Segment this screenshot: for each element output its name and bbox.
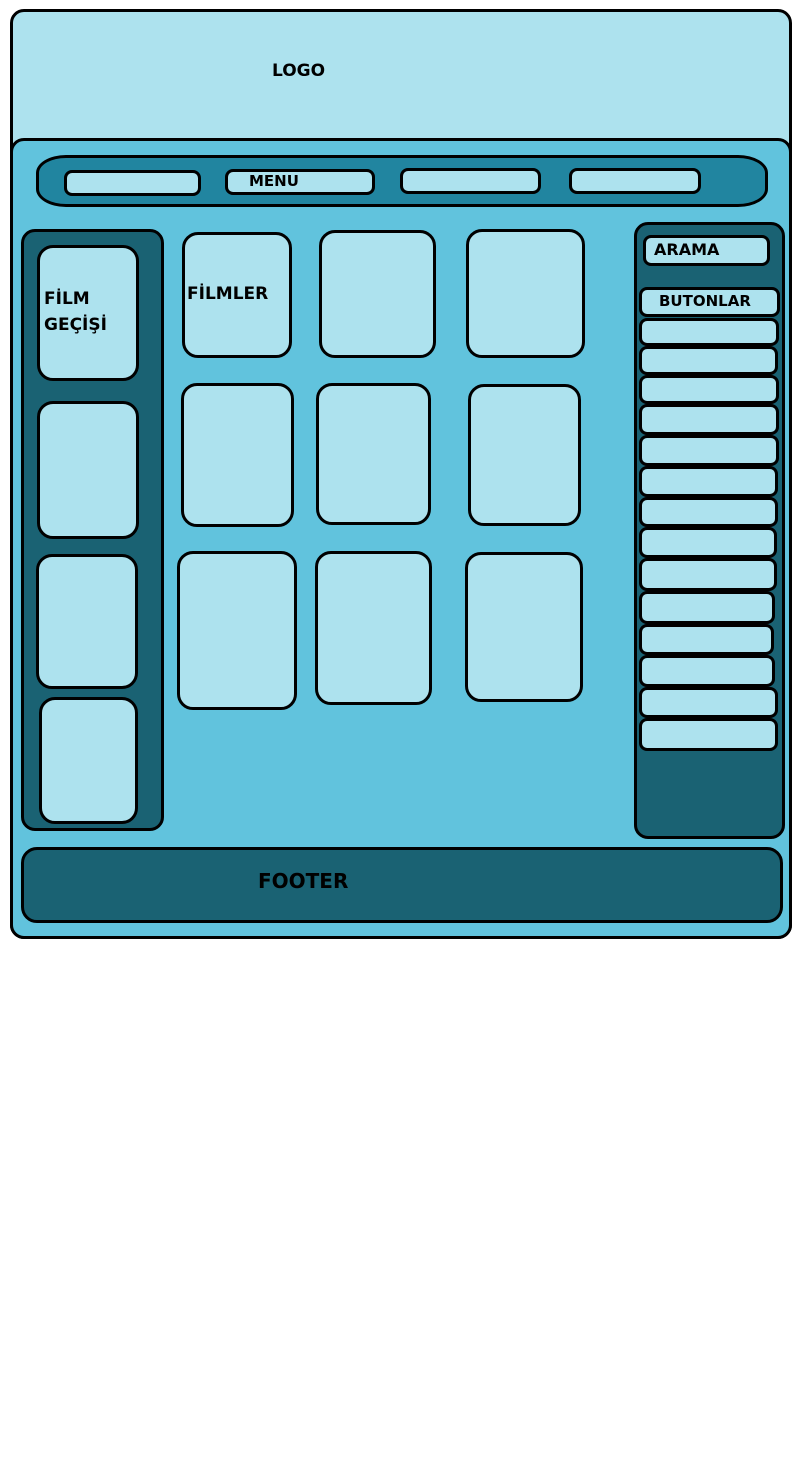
- footer-label: FOOTER: [258, 869, 349, 893]
- sidebar-button[interactable]: [639, 435, 779, 466]
- film-slider-item[interactable]: [37, 401, 139, 539]
- buttons-label: BUTONLAR: [659, 292, 751, 310]
- film-slider-item[interactable]: [39, 697, 138, 824]
- movie-card[interactable]: [466, 229, 585, 358]
- menu-item-1[interactable]: [64, 170, 201, 196]
- menu-label: MENU: [249, 172, 299, 190]
- sidebar-button[interactable]: [639, 318, 779, 346]
- sidebar-button[interactable]: [639, 346, 778, 375]
- sidebar-button[interactable]: [639, 687, 778, 718]
- movie-card[interactable]: [177, 551, 297, 710]
- movie-card[interactable]: [465, 552, 583, 702]
- movie-card[interactable]: [315, 551, 432, 705]
- sidebar-button[interactable]: [639, 558, 777, 591]
- movie-card[interactable]: [319, 230, 436, 358]
- footer: [21, 847, 783, 923]
- sidebar-button[interactable]: [639, 624, 774, 655]
- movie-card[interactable]: [468, 384, 581, 526]
- sidebar-button[interactable]: [639, 591, 775, 624]
- sidebar-button[interactable]: [639, 527, 777, 558]
- sidebar-button[interactable]: [639, 404, 779, 435]
- sidebar-button[interactable]: [639, 718, 778, 751]
- film-slider-label: FİLM GEÇİŞİ: [44, 286, 107, 338]
- movies-label: FİLMLER: [187, 284, 269, 304]
- sidebar-button[interactable]: [639, 466, 778, 497]
- sidebar-button[interactable]: [639, 497, 778, 527]
- sidebar-button[interactable]: [639, 655, 775, 687]
- movie-card[interactable]: [181, 383, 294, 527]
- sidebar-button[interactable]: [639, 375, 779, 404]
- film-slider-item[interactable]: [36, 554, 138, 689]
- movie-card[interactable]: [316, 383, 431, 525]
- menu-item-2[interactable]: [225, 169, 375, 195]
- film-slider-label-line2: GEÇİŞİ: [44, 315, 107, 335]
- menu-item-3[interactable]: [400, 168, 541, 194]
- search-label: ARAMA: [654, 240, 720, 259]
- film-slider-label-line1: FİLM: [44, 289, 90, 309]
- menu-item-4[interactable]: [569, 168, 701, 194]
- logo[interactable]: LOGO: [272, 61, 325, 81]
